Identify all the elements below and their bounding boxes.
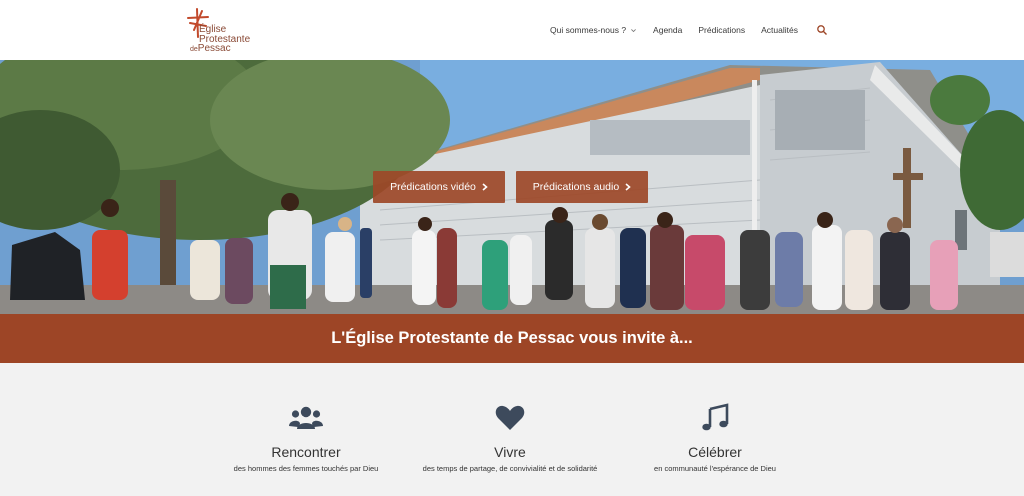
nav-item-qui-sommes-nous[interactable]: Qui sommes-nous ?	[550, 25, 637, 35]
features-section: Rencontrer des hommes des femmes touchés…	[0, 363, 1024, 496]
nav-item-actualites[interactable]: Actualités	[761, 25, 798, 35]
chevron-right-icon	[482, 183, 488, 191]
feature-rencontrer: Rencontrer des hommes des femmes touchés…	[196, 403, 416, 473]
feature-title: Célébrer	[688, 444, 742, 460]
chevron-right-icon	[625, 183, 631, 191]
feature-title: Vivre	[494, 444, 526, 460]
site-header: Église Protestante dePessac Qui sommes-n…	[0, 0, 1024, 60]
feature-subtitle: en communauté l'espérance de Dieu	[654, 464, 776, 473]
logo-text-de: de	[190, 46, 198, 53]
banner-heading: L'Église Protestante de Pessac vous invi…	[331, 329, 693, 347]
heart-icon	[495, 405, 525, 430]
music-note-icon	[702, 403, 729, 431]
hero-banner: Prédications vidéo Prédications audio	[0, 60, 1024, 314]
logo-text-pessac: Pessac	[197, 43, 231, 54]
nav-item-label: Actualités	[761, 25, 798, 35]
feature-subtitle: des temps de partage, de convivialité et…	[422, 464, 598, 473]
feature-title: Rencontrer	[271, 444, 341, 460]
invitation-banner: L'Église Protestante de Pessac vous invi…	[0, 314, 1024, 363]
nav-item-label: Prédications	[698, 25, 746, 35]
chevron-down-icon	[631, 28, 636, 32]
button-label: Prédications audio	[532, 181, 620, 193]
predications-video-button[interactable]: Prédications vidéo	[373, 171, 505, 203]
nav-item-label: Qui sommes-nous ?	[549, 25, 627, 35]
search-icon	[817, 25, 827, 35]
feature-vivre: Vivre des temps de partage, de convivial…	[400, 403, 620, 473]
site-logo[interactable]: Église Protestante dePessac	[186, 8, 266, 54]
predications-audio-button[interactable]: Prédications audio	[516, 171, 648, 203]
nav-item-agenda[interactable]: Agenda	[653, 25, 682, 35]
nav-item-predications[interactable]: Prédications	[698, 25, 745, 35]
users-icon	[289, 406, 323, 429]
search-button[interactable]	[814, 24, 828, 36]
button-label: Prédications vidéo	[390, 181, 476, 193]
feature-celebrer: Célébrer en communauté l'espérance de Di…	[605, 403, 825, 473]
feature-subtitle: des hommes des femmes touchés par Dieu	[233, 464, 379, 473]
main-nav: Qui sommes-nous ? Agenda Prédications Ac…	[550, 0, 828, 60]
nav-item-label: Agenda	[653, 25, 683, 35]
logo-text-line3: dePessac	[190, 44, 231, 55]
hero-photo	[0, 60, 1024, 314]
